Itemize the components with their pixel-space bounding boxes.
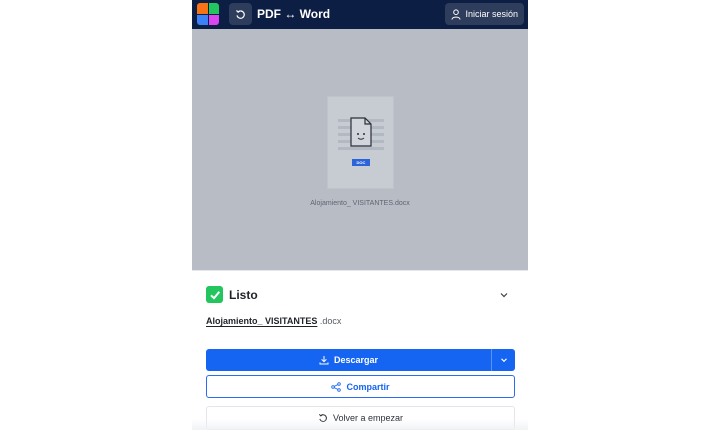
- chevron-down-icon[interactable]: [498, 289, 510, 301]
- download-split-button: Descargar: [206, 349, 515, 371]
- logo-tile-pink: [208, 14, 219, 25]
- restart-button[interactable]: Volver a empezar: [206, 406, 515, 430]
- logo-tile-orange: [197, 3, 208, 14]
- app-frame: PDF ↔ Word Iniciar sesión DOC Alojamient…: [192, 0, 528, 430]
- document-preview-area: DOC Alojamiento_ VISITANTES.docx: [192, 29, 528, 270]
- share-button[interactable]: Compartir: [206, 375, 515, 398]
- file-name-base[interactable]: Alojamiento_ VISITANTES: [206, 316, 317, 326]
- login-label: Iniciar sesión: [465, 9, 518, 19]
- share-icon: [331, 381, 342, 392]
- logo-tile-blue: [197, 14, 208, 25]
- undo-icon: [236, 9, 245, 19]
- checkmark-icon: [206, 286, 223, 303]
- undo-icon: [318, 413, 327, 422]
- top-bar: PDF ↔ Word Iniciar sesión: [192, 0, 528, 29]
- file-extension: .docx: [319, 316, 342, 326]
- logo-tile-green: [208, 3, 219, 14]
- share-label: Compartir: [346, 381, 390, 392]
- download-label: Descargar: [333, 355, 379, 365]
- download-button[interactable]: Descargar: [206, 349, 491, 371]
- document-file-icon: [350, 117, 372, 147]
- output-file-name: Alojamiento_ VISITANTES .docx: [206, 316, 341, 326]
- placeholder-line: [338, 147, 384, 150]
- restart-label: Volver a empezar: [332, 413, 404, 423]
- download-icon: [319, 356, 329, 365]
- undo-button[interactable]: [229, 3, 252, 25]
- thumbnail-file-name: Alojamiento_ VISITANTES.docx: [310, 200, 410, 207]
- status-row: Listo: [206, 286, 258, 303]
- app-logo-icon[interactable]: [197, 3, 219, 25]
- chevron-down-icon: [500, 358, 507, 363]
- doc-badge: DOC: [352, 159, 370, 166]
- user-icon: [451, 8, 461, 20]
- status-label: Listo: [229, 287, 258, 302]
- login-button[interactable]: Iniciar sesión: [445, 3, 524, 25]
- result-panel: Listo Alojamiento_ VISITANTES .docx Desc…: [192, 270, 528, 430]
- tool-title[interactable]: PDF ↔ Word: [257, 7, 330, 21]
- download-options-button[interactable]: [491, 349, 515, 371]
- document-thumbnail[interactable]: DOC: [327, 96, 394, 189]
